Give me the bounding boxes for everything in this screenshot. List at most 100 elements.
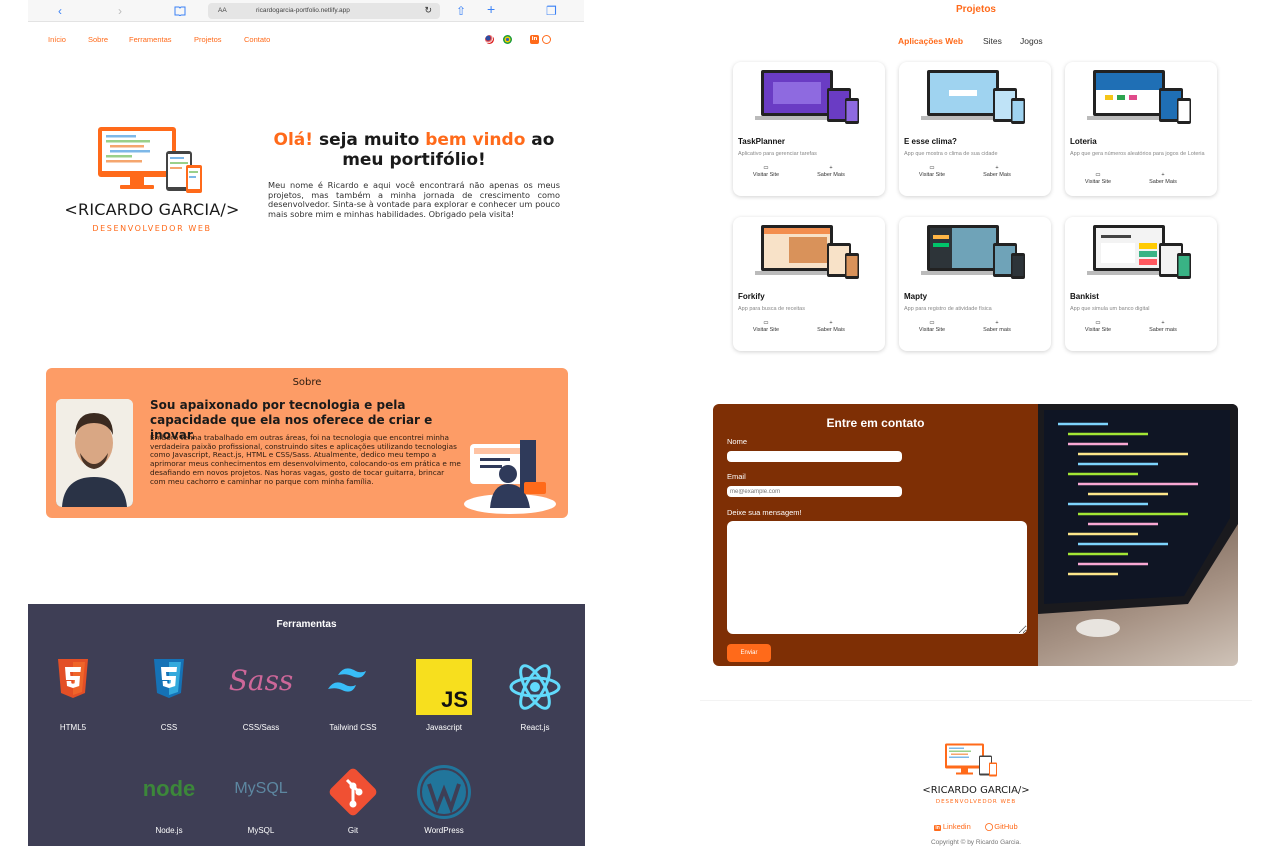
github-icon[interactable] [542,35,551,44]
nodejs-icon: node [142,776,196,801]
sass-icon: Sass [228,664,294,697]
project-thumbnail [755,70,859,124]
project-thumbnail [921,70,1025,124]
url-text: ricardogarcia-portfolio.netlify.app [256,7,350,14]
visit-site-button[interactable]: ▭ Visitar Site [1073,172,1123,186]
tabs-icon[interactable]: ❐ [546,4,557,18]
nav-item-ferramentas[interactable]: Ferramentas [129,35,172,44]
wordpress-icon [417,765,471,819]
project-title: E esse clima? [904,137,957,146]
nav-item-inicio[interactable]: Início [48,35,66,44]
mysql-icon: MySQL [234,780,288,797]
learn-more-button[interactable]: + Saber Mais [1138,172,1188,186]
laptop-code-photo [1038,404,1238,666]
name-label: Nome [727,437,748,446]
monitor-icon: ▭ [1095,172,1101,178]
projects-tabs: Aplicações Web Sites Jogos [898,36,1058,50]
new-tab-icon[interactable]: + [487,2,495,16]
learn-more-button[interactable]: + Saber Mais [806,165,856,179]
tool-label: Tailwind CSS [329,723,377,732]
reader-aa-button[interactable]: AA [218,7,227,14]
visit-site-button[interactable]: ▭ Visitar Site [907,320,957,334]
visit-site-button[interactable]: ▭ Visitar Site [741,165,791,179]
project-description: App que mostra o clima de sua cidade [904,151,998,157]
address-bar[interactable]: AA ricardogarcia-portfolio.netlify.app ↻ [208,3,440,19]
chevron-right-icon[interactable]: › [118,4,122,18]
developer-logo-icon [98,127,202,193]
learn-more-button[interactable]: + Saber mais [1138,320,1188,334]
learn-more-label: Saber Mais [983,172,1011,178]
nav-item-contato[interactable]: Contato [244,35,270,44]
plus-icon: + [995,320,999,326]
chevron-left-icon[interactable]: ‹ [58,4,62,18]
footer-linkedin-link[interactable]: in Linkedin [934,822,971,831]
tool-label: Node.js [155,826,183,835]
html5-icon [58,659,88,698]
tool-mysql: MySQL MySQL [216,764,306,835]
project-title: Forkify [738,292,765,301]
tool-label: MySQL [247,826,275,835]
email-field[interactable] [727,486,902,497]
tool-label: React.js [520,723,550,732]
name-field[interactable] [727,451,902,462]
reload-icon[interactable]: ↻ [424,5,432,16]
nav-item-sobre[interactable]: Sobre [88,35,108,44]
project-title: Loteria [1070,137,1097,146]
monitor-icon: ▭ [929,320,935,326]
share-icon[interactable]: ⇧ [456,4,466,18]
css3-icon [154,659,184,698]
project-thumbnail [1087,225,1191,279]
learn-more-label: Saber Mais [817,172,845,178]
tools-section: Ferramentas HTML5 CSS Sass CSS/Sass Tail… [28,604,585,846]
tool-react: React.js [490,659,580,732]
project-description: App que simula um banco digital [1070,306,1150,312]
plus-icon: + [829,320,833,326]
hero-title-greeting: Olá! [273,130,314,150]
us-flag-icon[interactable] [485,35,494,44]
hero-intro-text: Meu nome é Ricardo e aqui você encontrar… [268,180,560,219]
tool-nodejs: node Node.js [124,764,214,835]
learn-more-button[interactable]: + Saber Mais [972,165,1022,179]
visit-site-label: Visitar Site [1084,179,1112,185]
visit-site-button[interactable]: ▭ Visitar Site [907,165,957,179]
learn-more-label: Saber Mais [817,327,845,333]
hero-role: DESENVOLVEDOR WEB [92,224,212,233]
footer-role: DESENVOLVEDOR WEB [935,799,1017,805]
project-description: App para registro de atividade física [904,306,992,312]
tool-label: WordPress [424,826,464,835]
linkedin-label: Linkedin [942,822,971,831]
brazil-flag-icon[interactable] [503,35,512,44]
hero-name: <RICARDO GARCIA/> [64,200,240,219]
tool-git: Git [308,764,398,835]
tool-label: CSS/Sass [242,723,280,732]
about-text: Embora tenha trabalhado em outras áreas,… [150,433,461,486]
contact-form: Entre em contato Nome Email Deixe sua me… [713,404,1038,666]
project-title: Bankist [1070,292,1099,301]
visit-site-button[interactable]: ▭ Visitar Site [741,320,791,334]
visit-site-label: Visitar Site [918,172,946,178]
visit-site-button[interactable]: ▭ Visitar Site [1073,320,1123,334]
learn-more-button[interactable]: + Saber Mais [806,320,856,334]
tab-sites[interactable]: Sites [983,36,1002,46]
tab-aplicacoes-web[interactable]: Aplicações Web [898,36,963,46]
react-icon [509,664,561,710]
tab-jogos[interactable]: Jogos [1020,36,1043,46]
project-title: Mapty [904,292,928,301]
about-heading: Sobre [292,377,322,388]
send-button[interactable]: Enviar [727,644,771,662]
tool-html5: HTML5 [28,659,118,732]
learn-more-button[interactable]: + Saber mais [972,320,1022,334]
tool-label: HTML5 [59,723,87,732]
book-icon[interactable] [174,5,186,19]
footer-links: in Linkedin ◯GitHub [700,822,1252,831]
nav-item-projetos[interactable]: Projetos [194,35,222,44]
tools-heading: Ferramentas [276,619,337,630]
project-thumbnail [921,225,1025,279]
message-textarea[interactable] [727,521,1027,634]
projects-heading: Projetos [955,4,996,15]
github-icon: ◯ [984,822,994,831]
footer-github-link[interactable]: ◯GitHub [985,822,1018,831]
linkedin-icon[interactable]: in [530,35,539,44]
javascript-icon: JS [416,659,472,715]
email-label: Email [727,472,746,481]
